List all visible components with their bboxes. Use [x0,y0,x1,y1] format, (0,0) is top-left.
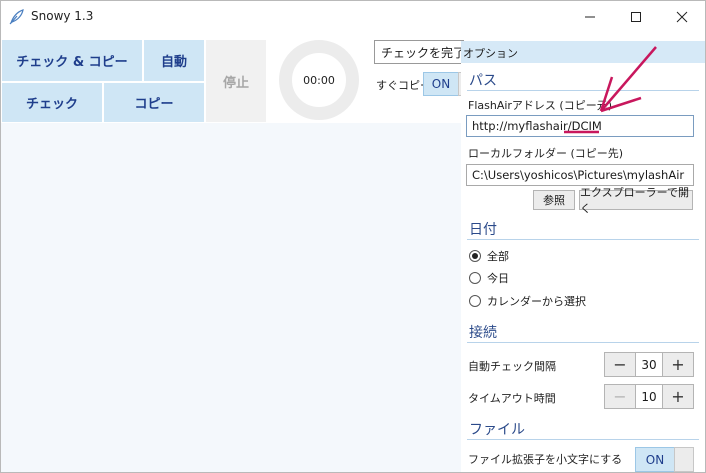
stop-button[interactable]: 停止 [206,40,266,122]
close-icon [676,11,688,22]
feather-icon [8,8,26,26]
minus-icon[interactable]: − [605,353,635,376]
options-panel: オプション パス FlashAirアドレス (コピー元) http://myfl… [461,41,705,472]
minimize-icon [585,16,595,17]
timeout-stepper: − 10 + [604,384,694,409]
timeout-label: タイムアウト時間 [468,392,556,405]
radio-checked-icon [469,250,481,262]
timer-value: 00:00 [303,73,335,87]
title-bar: Snowy 1.3 [1,1,705,32]
after-check-select[interactable]: チェックを完了し [374,40,464,64]
connection-section-title: 接続 [469,325,497,341]
date-option-calendar[interactable]: カレンダーから選択 [469,293,586,309]
close-button[interactable] [659,1,705,32]
plus-icon[interactable]: + [663,353,693,376]
radio-icon [469,295,481,307]
connection-section-divider [467,342,699,343]
browse-button[interactable]: 参照 [533,190,575,210]
lowercase-extension-label: ファイル拡張子を小文字にする [468,453,623,466]
flashair-address-input[interactable]: http://myflashair/DCIM [466,115,694,137]
file-section-title: ファイル [469,422,525,438]
options-header: オプション [461,41,705,63]
local-folder-input[interactable]: C:\Users\yoshicos\Pictures\mylashAir [466,164,694,186]
maximize-icon [631,11,641,22]
open-explorer-button[interactable]: エクスプローラーで開く [579,186,693,215]
path-section-title: パス [469,73,497,89]
plus-icon[interactable]: + [663,385,693,408]
date-option-today-label: 今日 [487,272,509,285]
app-window: Snowy 1.3 チェック & コピー 自動 停止 チェック コピー 00:0… [0,0,706,473]
date-option-today[interactable]: 今日 [469,270,509,286]
minus-icon[interactable]: − [605,385,635,408]
date-section-title: 日付 [469,222,497,238]
date-section-divider [467,239,699,240]
check-and-copy-button[interactable]: チェック & コピー [2,40,142,81]
date-option-all-label: 全部 [487,250,509,263]
date-option-all[interactable]: 全部 [469,248,509,264]
radio-icon [469,272,481,284]
flashair-address-label: FlashAirアドレス (コピー元) [468,99,613,112]
local-folder-label: ローカルフォルダー (コピー先) [468,147,624,160]
window-title: Snowy 1.3 [31,9,94,23]
copy-button[interactable]: コピー [104,83,204,122]
timer-ring: 00:00 [279,40,359,120]
lowercase-extension-toggle-track[interactable] [674,447,694,472]
file-list-area [1,123,463,472]
auto-check-interval-value[interactable]: 30 [635,353,663,376]
date-option-calendar-label: カレンダーから選択 [487,295,586,308]
auto-button[interactable]: 自動 [144,40,204,81]
check-button[interactable]: チェック [2,83,102,122]
minimize-button[interactable] [567,1,613,32]
path-section-divider [467,90,699,91]
auto-check-interval-label: 自動チェック間隔 [468,360,556,373]
maximize-button[interactable] [613,1,659,32]
timeout-value[interactable]: 10 [635,385,663,408]
auto-check-interval-stepper: − 30 + [604,352,694,377]
instant-copy-toggle[interactable]: ON [423,72,459,96]
lowercase-extension-toggle[interactable]: ON [635,447,675,472]
file-section-divider [467,439,699,440]
